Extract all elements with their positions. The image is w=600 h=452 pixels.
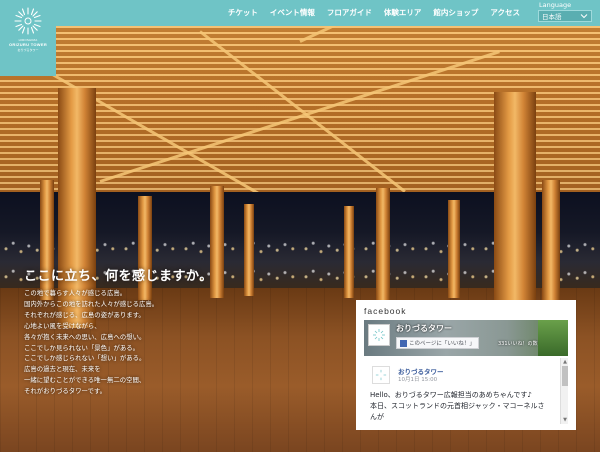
site-logo[interactable]: HIROSHIMA ORIZURU TOWER おりづるタワー [0, 0, 56, 76]
cover-photo [538, 320, 568, 356]
wooden-pillar [244, 204, 254, 296]
sunburst-logo-icon [373, 329, 385, 341]
hero-copy: この地で暮らす人々が感じる広島。 国内外からこの地を訪れた人々が感じる広島。 そ… [24, 288, 174, 397]
facebook-widget: facebook おりづるタワー このページに「いいね！」 331いいね！の数 … [356, 300, 576, 430]
like-button-label: このページに「いいね！」 [409, 341, 475, 347]
sunburst-logo-icon [14, 7, 42, 35]
language-switcher: Language 日本語 [538, 1, 592, 22]
post-avatar[interactable] [372, 366, 390, 384]
language-select[interactable]: 日本語 [538, 10, 592, 22]
wooden-pillar [494, 92, 536, 332]
copy-line: 心地よい風を受けながら、 [24, 321, 101, 330]
post-date[interactable]: 10月1日 15:00 [398, 375, 437, 383]
logo-main-text: ORIZURU TOWER [8, 42, 48, 47]
wooden-pillar [542, 180, 560, 310]
scrollbar-thumb[interactable] [562, 366, 568, 386]
copy-line: 各々が抱く未来への思い、広島への想い。 [24, 332, 146, 341]
nav-ticket[interactable]: チケット [222, 7, 264, 18]
facebook-page-cover[interactable]: おりづるタワー このページに「いいね！」 331いいね！の数 [364, 320, 568, 356]
post-body: Hello、おりづるタワー広報担当のあめちゃんです♪ 本日、スコットランドの元首… [370, 390, 556, 423]
facebook-title: facebook [364, 306, 407, 316]
copy-line: それがおりづるタワーです。 [24, 387, 107, 396]
copy-line: 一緒に望むことができる唯一無二の空間、 [24, 376, 146, 385]
wooden-pillar [138, 196, 152, 300]
logo-sub-text: おりづるタワー [17, 48, 39, 52]
facebook-like-button[interactable]: このページに「いいね！」 [396, 337, 479, 349]
nav-events[interactable]: イベント情報 [264, 7, 321, 18]
sunburst-logo-icon [375, 369, 387, 381]
scroll-down-arrow-icon[interactable]: ▼ [562, 417, 568, 423]
copy-line: それぞれが感じる、広島の姿があります。 [24, 310, 145, 319]
like-count: 331いいね！の数 [498, 341, 538, 347]
main-nav: チケット イベント情報 フロアガイド 体験エリア 館内ショップ アクセス [222, 7, 526, 18]
page-avatar[interactable] [368, 324, 390, 346]
post-line: 本日、スコットランドの元首相ジャック・マコーネルさ [370, 402, 545, 410]
language-value: 日本語 [542, 13, 562, 21]
copy-line: 広島の過去と現在、未来を [24, 365, 101, 374]
chevron-down-icon [580, 14, 588, 19]
language-label: Language [539, 1, 572, 9]
nav-shop[interactable]: 館内ショップ [427, 7, 484, 18]
post-line: Hello、おりづるタワー広報担当のあめちゃんです♪ [370, 391, 532, 399]
post-line: んが [370, 413, 384, 421]
nav-experience-area[interactable]: 体験エリア [378, 7, 428, 18]
copy-line: この地で暮らす人々が感じる広島。 [24, 289, 127, 297]
copy-line: 国内外からこの地を訪れた人々が感じる広島。 [24, 299, 159, 308]
copy-line: ここでしか感じられない「想い」がある。 [24, 354, 146, 363]
wooden-pillar [448, 200, 460, 298]
feed-scrollbar[interactable]: ▲ ▼ [560, 358, 568, 424]
wooden-pillar [376, 188, 390, 300]
facebook-page-name[interactable]: おりづるタワー [396, 323, 452, 334]
scroll-up-arrow-icon[interactable]: ▲ [562, 359, 568, 365]
hero-headline: ここに立ち、何を感じますか。 [24, 269, 213, 284]
facebook-feed[interactable]: おりづるタワー 10月1日 15:00 Hello、おりづるタワー広報担当のあめ… [364, 358, 560, 424]
wooden-pillar [344, 206, 354, 298]
nav-floor-guide[interactable]: フロアガイド [321, 7, 378, 18]
facebook-icon [400, 339, 407, 347]
top-bar: チケット イベント情報 フロアガイド 体験エリア 館内ショップ アクセス Lan… [56, 0, 600, 26]
nav-access[interactable]: アクセス [484, 7, 526, 18]
copy-line: ここでしか見られない「景色」がある。 [24, 343, 140, 352]
